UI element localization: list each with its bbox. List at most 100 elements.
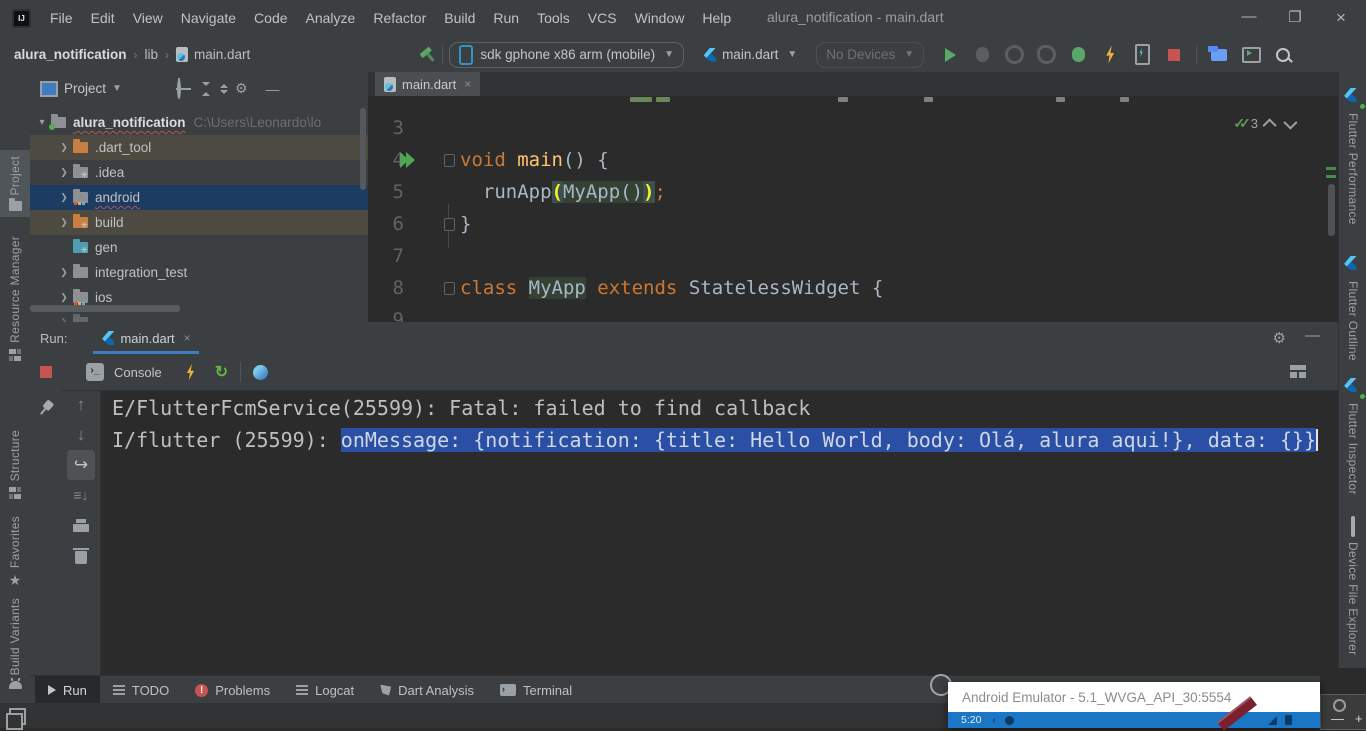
sidebar-item-flutter-performance[interactable]: Flutter Performance (1339, 82, 1366, 231)
tree-row-gen[interactable]: ✳gen (30, 235, 368, 260)
sidebar-item-structure[interactable]: Structure (0, 424, 30, 505)
code-line-7[interactable]: 7 (368, 240, 1324, 272)
soft-wrap-icon[interactable]: ↪ (67, 450, 95, 480)
project-structure-button[interactable] (1208, 44, 1230, 66)
tool-window-switcher-icon[interactable] (9, 708, 26, 725)
scroll-to-end-icon[interactable]: ≡↓ (62, 480, 100, 510)
flutter-attach-button[interactable] (1067, 44, 1089, 66)
menu-edit[interactable]: Edit (82, 6, 124, 30)
console-line-2[interactable]: I/flutter (25599): onMessage: {notificat… (112, 424, 1318, 456)
hot-restart-icon[interactable]: ↻ (215, 362, 228, 382)
chevron-right-icon[interactable]: ❯ (58, 192, 70, 203)
coverage-button[interactable] (1035, 44, 1057, 66)
project-view-selector[interactable]: Project (64, 81, 106, 96)
sidebar-item-device-file-explorer[interactable]: Device File Explorer (1339, 512, 1366, 661)
menu-code[interactable]: Code (245, 6, 296, 30)
chevron-right-icon[interactable]: ❯ (58, 217, 70, 228)
up-stack-trace-icon[interactable]: ↑ (62, 390, 100, 420)
layout-settings-icon[interactable] (1290, 365, 1306, 378)
fold-marker-icon[interactable] (444, 218, 455, 231)
clear-console-icon[interactable] (62, 540, 100, 570)
open-devtools-icon[interactable] (253, 365, 268, 380)
chevron-right-icon[interactable]: ❯ (58, 292, 70, 303)
chevron-down-icon[interactable]: ▼ (112, 83, 122, 94)
sidebar-item-resource-manager[interactable]: Resource Manager (0, 230, 30, 367)
hot-reload-icon[interactable] (184, 364, 196, 380)
chevron-right-icon[interactable]: ❯ (58, 142, 70, 153)
pin-tab-icon[interactable] (35, 397, 58, 420)
device-manager-button[interactable] (1240, 44, 1262, 66)
bottom-tab-dart-analysis[interactable]: Dart Analysis (367, 676, 487, 704)
close-tab-icon[interactable]: × (464, 77, 471, 91)
android-emulator-window[interactable]: Android Emulator - 5.1_WVGA_API_30:5554 … (948, 682, 1320, 728)
sidebar-item-flutter-inspector[interactable]: Flutter Inspector (1339, 372, 1366, 501)
code-line-3[interactable]: 3 (368, 112, 1324, 144)
tree-row-android[interactable]: ❯android (30, 185, 368, 210)
menu-vcs[interactable]: VCS (579, 6, 626, 30)
stop-button[interactable] (1163, 44, 1185, 66)
run-config-dropdown[interactable]: main.dart▼ (694, 43, 806, 67)
close-tab-icon[interactable]: × (184, 331, 191, 345)
tree-row-dart_tool[interactable]: ❯.dart_tool (30, 135, 368, 160)
console-line-1[interactable]: E/FlutterFcmService(25599): Fatal: faile… (112, 392, 1318, 424)
bottom-tab-problems[interactable]: !Problems (182, 676, 283, 704)
minimize-button[interactable]: — (1234, 8, 1264, 25)
code-line-8[interactable]: 8class MyApp extends StatelessWidget { (368, 272, 1324, 304)
tree-row-root[interactable]: ▾alura_notificationC:\Users\Leonardo\lo (30, 110, 368, 135)
editor-scrollbar[interactable] (1328, 184, 1335, 236)
bottom-tab-todo[interactable]: TODO (100, 676, 182, 704)
menu-analyze[interactable]: Analyze (297, 6, 365, 30)
bottom-tab-terminal[interactable]: ›Terminal (487, 676, 585, 704)
hot-restart-button[interactable] (1131, 44, 1153, 66)
menu-help[interactable]: Help (693, 6, 740, 30)
build-hammer-icon[interactable] (417, 43, 440, 66)
bottom-tab-logcat[interactable]: Logcat (283, 676, 367, 704)
console-tab[interactable]: Console (114, 365, 162, 380)
tab-main-dart[interactable]: main.dart × (375, 72, 480, 96)
menu-build[interactable]: Build (435, 6, 484, 30)
tree-vertical-scrollbar[interactable] (360, 108, 366, 190)
breadcrumb-lib[interactable]: lib (145, 47, 159, 62)
fold-marker-icon[interactable] (444, 282, 455, 295)
tree-row-build[interactable]: ❯✳build (30, 210, 368, 235)
breadcrumb-project[interactable]: alura_notification (14, 47, 127, 62)
locate-file-button[interactable] (177, 81, 181, 97)
code-line-6[interactable]: 6} (368, 208, 1324, 240)
bottom-tab-run[interactable]: Run (35, 676, 100, 704)
emulator-zoom-icon[interactable]: + (1355, 711, 1363, 726)
breadcrumb-file[interactable]: main.dart (194, 47, 250, 62)
menu-run[interactable]: Run (484, 6, 528, 30)
hide-panel-button[interactable]: — (266, 81, 280, 97)
maximize-button[interactable]: ❐ (1280, 8, 1310, 26)
emulator-side-toolbar[interactable]: — + (1320, 694, 1366, 730)
emulator-minimize-icon[interactable]: — (1331, 711, 1344, 726)
search-everywhere-icon[interactable] (1272, 44, 1294, 66)
run-button[interactable] (939, 44, 961, 66)
run-tab-main-dart[interactable]: main.dart × (93, 322, 198, 354)
settings-gear-icon[interactable]: ⚙ (1273, 329, 1286, 347)
inspection-widget[interactable]: ✓✓ 3 (1233, 115, 1294, 132)
code-line-9[interactable]: 9 (368, 304, 1324, 322)
sidebar-item-project[interactable]: Project (0, 150, 30, 217)
chevron-right-icon[interactable]: ❯ (58, 267, 70, 278)
sidebar-item-favorites[interactable]: Favorites★ (0, 510, 30, 592)
debug-button[interactable] (971, 44, 993, 66)
fold-marker-icon[interactable] (444, 154, 455, 167)
down-stack-trace-icon[interactable]: ↓ (62, 420, 100, 450)
flutter-devices-dropdown[interactable]: No Devices▼ (816, 42, 924, 68)
chevron-down-icon[interactable]: ▾ (36, 117, 48, 128)
menu-file[interactable]: File (41, 6, 82, 30)
sidebar-item-build-variants[interactable]: Build Variants (0, 592, 30, 695)
code-line-5[interactable]: 5 runApp(MyApp()); (368, 176, 1324, 208)
menu-view[interactable]: View (124, 6, 172, 30)
emulator-title-bar[interactable]: Android Emulator - 5.1_WVGA_API_30:5554 (948, 682, 1320, 712)
profile-button[interactable] (1003, 44, 1025, 66)
stop-process-button[interactable] (40, 366, 52, 378)
prev-problem-icon[interactable] (1263, 118, 1277, 132)
device-selector-dropdown[interactable]: sdk gphone x86 arm (mobile)▼ (449, 42, 684, 68)
tree-horizontal-scrollbar[interactable] (30, 305, 180, 312)
menu-window[interactable]: Window (626, 6, 694, 30)
console-output[interactable]: E/FlutterFcmService(25599): Fatal: faile… (112, 392, 1318, 456)
settings-gear-icon[interactable]: ⚙ (235, 80, 248, 97)
menu-refactor[interactable]: Refactor (364, 6, 435, 30)
